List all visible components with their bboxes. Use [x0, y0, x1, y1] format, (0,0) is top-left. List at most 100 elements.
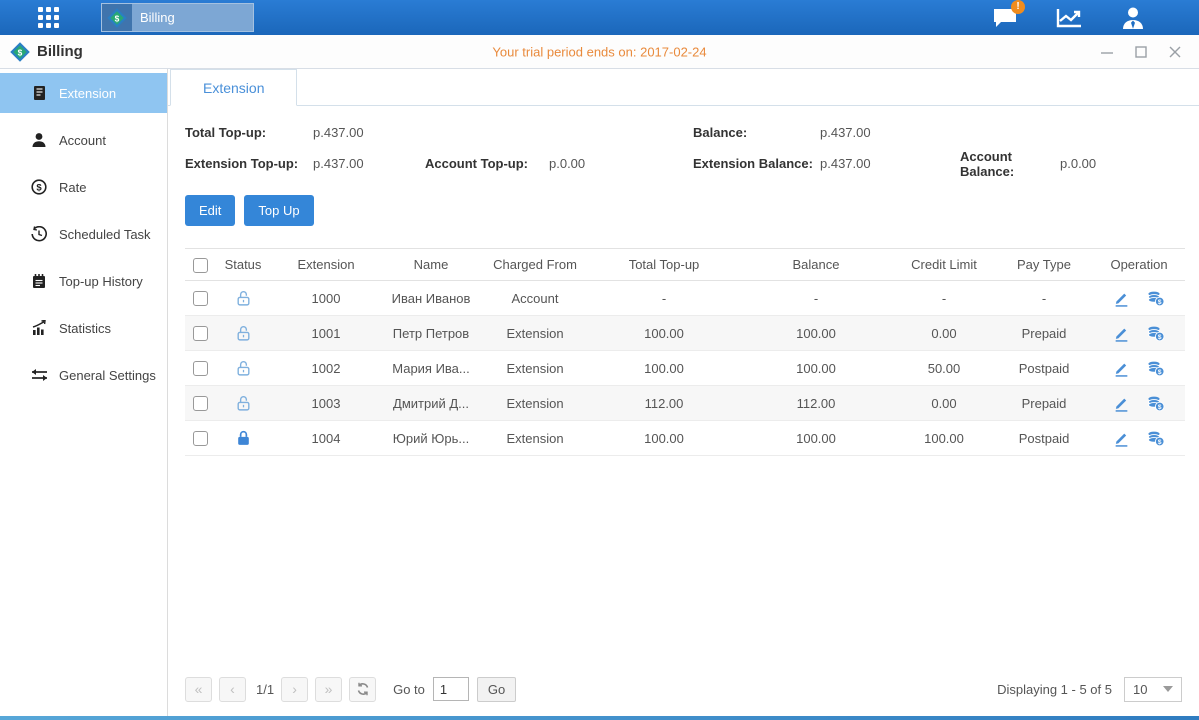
table-row[interactable]: 1002 Мария Ива... Extension 100.00 100.0…	[185, 351, 1185, 386]
messages-icon[interactable]: !	[991, 6, 1019, 30]
statistics-icon	[30, 320, 48, 336]
table-row[interactable]: 1000 Иван Иванов Account - - - - $	[185, 281, 1185, 316]
cell-credit-limit: 0.00	[893, 386, 995, 421]
balance-value: p.437.00	[820, 125, 960, 140]
user-account-icon[interactable]	[1119, 6, 1147, 30]
extension-topup-label: Extension Top-up:	[185, 156, 313, 171]
minimize-icon[interactable]	[1099, 44, 1115, 60]
sidebar-item-general-settings[interactable]: General Settings	[0, 355, 167, 395]
cell-total-topup: -	[589, 281, 739, 316]
cell-extension: 1004	[271, 421, 381, 456]
page-size-select[interactable]: 10	[1124, 677, 1182, 702]
topup-button[interactable]: Top Up	[244, 195, 313, 226]
edit-row-icon[interactable]	[1113, 430, 1130, 447]
header-balance: Balance	[739, 249, 893, 281]
cell-credit-limit: 50.00	[893, 351, 995, 386]
topup-row-icon[interactable]: $	[1146, 290, 1165, 307]
trial-notice: Your trial period ends on: 2017-02-24	[492, 44, 706, 59]
page-indicator: 1/1	[256, 682, 274, 697]
row-checkbox[interactable]	[193, 361, 208, 376]
svg-text:$: $	[1158, 368, 1162, 375]
close-icon[interactable]	[1167, 44, 1183, 60]
table-header-row: Status Extension Name Charged From Total…	[185, 249, 1185, 281]
header-status: Status	[215, 249, 271, 281]
total-topup-value: p.437.00	[313, 125, 425, 140]
maximize-icon[interactable]	[1133, 44, 1149, 60]
row-checkbox[interactable]	[193, 396, 208, 411]
topup-row-icon[interactable]: $	[1146, 325, 1165, 342]
account-topup-label: Account Top-up:	[425, 156, 549, 171]
sidebar-item-scheduled-task[interactable]: Scheduled Task	[0, 214, 167, 254]
scheduled-task-icon	[30, 226, 48, 242]
status-unlocked-icon	[235, 324, 252, 339]
cell-total-topup: 100.00	[589, 316, 739, 351]
table-row[interactable]: 1004 Юрий Юрь... Extension 100.00 100.00…	[185, 421, 1185, 456]
edit-button[interactable]: Edit	[185, 195, 235, 226]
table-body: 1000 Иван Иванов Account - - - - $	[185, 281, 1185, 456]
app-grid-icon[interactable]	[38, 7, 59, 28]
row-checkbox[interactable]	[193, 326, 208, 341]
header-name: Name	[381, 249, 481, 281]
cell-name: Иван Иванов	[381, 281, 481, 316]
table-row[interactable]: 1003 Дмитрий Д... Extension 112.00 112.0…	[185, 386, 1185, 421]
cell-pay-type: -	[995, 281, 1093, 316]
edit-row-icon[interactable]	[1113, 325, 1130, 342]
row-checkbox[interactable]	[193, 431, 208, 446]
topup-row-icon[interactable]: $	[1146, 430, 1165, 447]
cell-balance: 100.00	[739, 316, 893, 351]
edit-row-icon[interactable]	[1113, 360, 1130, 377]
goto-label: Go to	[393, 682, 425, 697]
row-checkbox[interactable]	[193, 291, 208, 306]
next-page-button[interactable]: ›	[281, 677, 308, 702]
refresh-button[interactable]	[349, 677, 376, 702]
cell-credit-limit: 100.00	[893, 421, 995, 456]
last-page-button[interactable]: »	[315, 677, 342, 702]
table-row[interactable]: 1001 Петр Петров Extension 100.00 100.00…	[185, 316, 1185, 351]
balance-summary: Total Top-up: p.437.00 Extension Top-up:…	[185, 122, 1199, 174]
cell-balance: 100.00	[739, 421, 893, 456]
rate-icon: $	[30, 179, 48, 195]
header-total-topup: Total Top-up	[589, 249, 739, 281]
extension-table: Status Extension Name Charged From Total…	[185, 248, 1185, 456]
prev-page-button[interactable]: ‹	[219, 677, 246, 702]
sidebar-item-statistics[interactable]: Statistics	[0, 308, 167, 348]
sidebar-item-account[interactable]: Account	[0, 120, 167, 160]
edit-row-icon[interactable]	[1113, 290, 1130, 307]
first-page-button[interactable]: «	[185, 677, 212, 702]
main-content: Extension Total Top-up: p.437.00 Extensi…	[168, 69, 1199, 716]
header-charged-from: Charged From	[481, 249, 589, 281]
tab-extension-label: Extension	[203, 80, 264, 96]
cell-charged-from: Account	[481, 281, 589, 316]
cell-name: Мария Ива...	[381, 351, 481, 386]
sidebar-item-rate[interactable]: $ Rate	[0, 167, 167, 207]
tab-extension[interactable]: Extension	[170, 69, 297, 106]
header-credit-limit: Credit Limit	[893, 249, 995, 281]
tab-bar: Extension	[168, 69, 1199, 106]
cell-charged-from: Extension	[481, 316, 589, 351]
cell-charged-from: Extension	[481, 386, 589, 421]
topup-row-icon[interactable]: $	[1146, 360, 1165, 377]
sidebar-item-label: Scheduled Task	[59, 227, 151, 242]
edit-row-icon[interactable]	[1113, 395, 1130, 412]
cell-balance: 112.00	[739, 386, 893, 421]
cell-charged-from: Extension	[481, 351, 589, 386]
topup-row-icon[interactable]: $	[1146, 395, 1165, 412]
status-unlocked-icon	[235, 289, 252, 304]
window-title-bar: $ Billing Your trial period ends on: 201…	[0, 35, 1199, 69]
billing-app-tab[interactable]: $ Billing	[101, 3, 254, 32]
total-topup-label: Total Top-up:	[185, 125, 313, 140]
sidebar-item-extension[interactable]: Extension	[0, 73, 167, 113]
go-button[interactable]: Go	[477, 677, 516, 702]
notification-badge: !	[1011, 0, 1025, 14]
cell-name: Дмитрий Д...	[381, 386, 481, 421]
status-locked-icon	[235, 429, 252, 444]
statistics-chart-icon[interactable]	[1055, 6, 1083, 30]
billing-diamond-icon-small: $	[10, 42, 30, 62]
goto-page-input[interactable]	[433, 677, 469, 701]
sidebar-item-label: Top-up History	[59, 274, 143, 289]
sidebar-item-topup-history[interactable]: Top-up History	[0, 261, 167, 301]
select-all-checkbox[interactable]	[193, 258, 208, 273]
svg-text:$: $	[1158, 333, 1162, 340]
svg-text:$: $	[1158, 298, 1162, 305]
sidebar-item-label: General Settings	[59, 368, 156, 383]
